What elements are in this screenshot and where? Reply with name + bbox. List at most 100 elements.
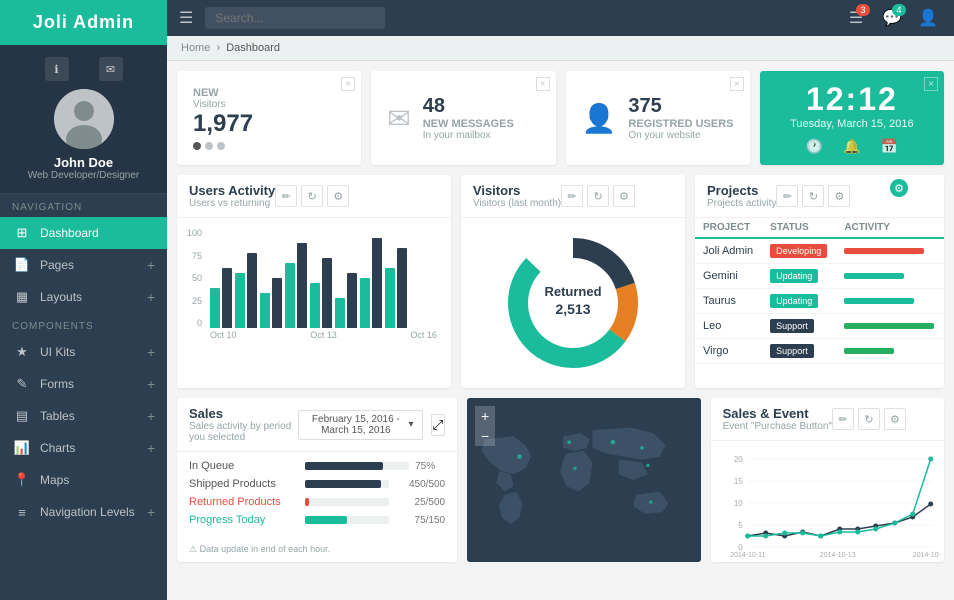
project-activity [836,314,944,339]
widget-title-area: Users Activity Users vs returning [189,183,275,209]
info-icon[interactable]: ℹ [45,57,69,81]
messages-badge[interactable]: 💬 4 [878,4,906,32]
project-status: Developing [762,238,836,264]
refresh-button[interactable]: ↻ [587,185,609,207]
stat-info-messages: 48 NEW MESSAGES In your mailbox [423,95,514,141]
sidebar-item-tables[interactable]: ▤ Tables + [0,400,167,432]
widget-title-area: Sales & Event Event "Purchase Button" [723,406,832,432]
close-icon[interactable]: × [341,77,355,91]
refresh-button[interactable]: ↻ [802,185,824,207]
sidebar-item-layouts[interactable]: ▦ Layouts + [0,281,167,313]
svg-text:2014-10-11: 2014-10-11 [730,552,765,559]
charts-icon: 📊 [12,440,32,456]
clock-icon[interactable]: 🕐 [806,138,823,155]
projects-widget: Projects Projects activity ✏ ↻ ⚙ ⚙ [695,175,944,388]
close-icon[interactable]: × [924,77,938,91]
sales-bar-fill-teal [305,516,347,524]
settings-dot[interactable]: ⚙ [890,179,908,197]
bar-teal [235,273,245,328]
col-activity: Activity [836,218,944,238]
project-name: Gemini [695,264,762,289]
breadcrumb-current: Dashboard [226,42,280,54]
svg-text:10: 10 [733,499,742,508]
envelope-icon: ✉ [387,102,410,135]
edit-button[interactable]: ✏ [275,185,297,207]
widget-title: Visitors [473,183,561,198]
sales-label-returned: Returned Products [189,496,299,508]
plus-icon: + [147,504,155,520]
sidebar-item-uikits[interactable]: ★ UI Kits + [0,336,167,368]
bar-group [310,258,332,328]
settings-button[interactable]: ⚙ [884,408,906,430]
activity-bar [844,298,914,304]
sidebar-item-forms[interactable]: ✎ Forms + [0,368,167,400]
users-icon: 👤 [582,102,617,135]
calendar-icon[interactable]: 📅 [881,138,898,155]
x-label: Oct 13 [310,330,337,340]
settings-button[interactable]: ⚙ [327,185,349,207]
avatar [54,89,114,149]
widget-title: Users Activity [189,183,275,198]
line-chart: 20 15 10 5 0 [715,449,940,559]
stat-title-messages: NEW MESSAGES [423,118,514,130]
bar-teal [385,268,395,328]
sales-row: Shipped Products 450/500 [189,478,445,490]
close-icon[interactable]: × [730,77,744,91]
widget-title: Projects [707,183,776,198]
chart-x-labels: Oct 10 Oct 13 Oct 16 [206,328,441,340]
breadcrumb: Home › Dashboard [167,36,954,61]
sidebar-item-pages[interactable]: 📄 Pages + [0,249,167,281]
bar-chart-container: Oct 10 Oct 13 Oct 16 [206,228,441,340]
bar-chart [206,228,441,328]
hamburger-icon[interactable]: ☰ [179,8,193,28]
y-label: 75 [187,251,202,261]
date-range-button[interactable]: February 15, 2016 - March 15, 2016 ▾ [298,410,422,440]
project-activity [836,264,944,289]
zoom-in-button[interactable]: + [475,406,495,426]
uikits-icon: ★ [12,344,32,360]
sales-bar-bg [305,480,389,488]
bell-icon[interactable]: 🔔 [843,138,860,155]
stat-sub-users: On your website [628,130,733,141]
close-icon[interactable]: × [536,77,550,91]
clock-card: × 12:12 Tuesday, March 15, 2016 🕐 🔔 📅 [760,71,944,165]
svg-text:2014-10-13: 2014-10-13 [819,552,855,559]
status-badge: Support [770,344,814,358]
dot [193,142,201,150]
project-status: Support [762,339,836,364]
sales-row: In Queue 75% [189,460,445,472]
notifications-badge[interactable]: ☰ 3 [842,4,870,32]
bar-group [210,268,232,328]
settings-button[interactable]: ⚙ [828,185,850,207]
plus-icon: + [147,289,155,305]
edit-button[interactable]: ✏ [776,185,798,207]
refresh-button[interactable]: ↻ [301,185,323,207]
refresh-button[interactable]: ↻ [858,408,880,430]
sales-label: In Queue [189,460,299,472]
map-svg [467,398,700,562]
zoom-out-button[interactable]: − [475,426,495,446]
main-content: ☰ ☰ 3 💬 4 👤 Home › Dashboard × [167,0,954,600]
mail-icon[interactable]: ✉ [99,57,123,81]
bar-teal [285,263,295,328]
nav-section-label: Navigation [0,194,167,217]
sidebar-item-charts[interactable]: 📊 Charts + [0,432,167,464]
components-section-label: Components [0,313,167,336]
bar-dark [272,278,282,328]
svg-text:5: 5 [738,521,743,530]
bar-dark [222,268,232,328]
topbar-right: ☰ 3 💬 4 👤 [842,4,942,32]
stat-info-visitors: NEW Visitors 1,977 [193,87,253,150]
sidebar-item-navlevels[interactable]: ≡ Navigation Levels + [0,496,167,528]
edit-button[interactable]: ✏ [832,408,854,430]
expand-button[interactable]: ⤢ [431,414,446,436]
sidebar-item-dashboard[interactable]: ⊞ Dashboard [0,217,167,249]
breadcrumb-home[interactable]: Home [181,42,210,54]
search-input[interactable] [205,7,385,29]
edit-button[interactable]: ✏ [561,185,583,207]
sidebar-item-label: UI Kits [40,345,147,359]
status-badge: Updating [770,294,818,308]
user-badge[interactable]: 👤 [914,4,942,32]
sidebar-item-maps[interactable]: 📍 Maps [0,464,167,496]
settings-button[interactable]: ⚙ [613,185,635,207]
